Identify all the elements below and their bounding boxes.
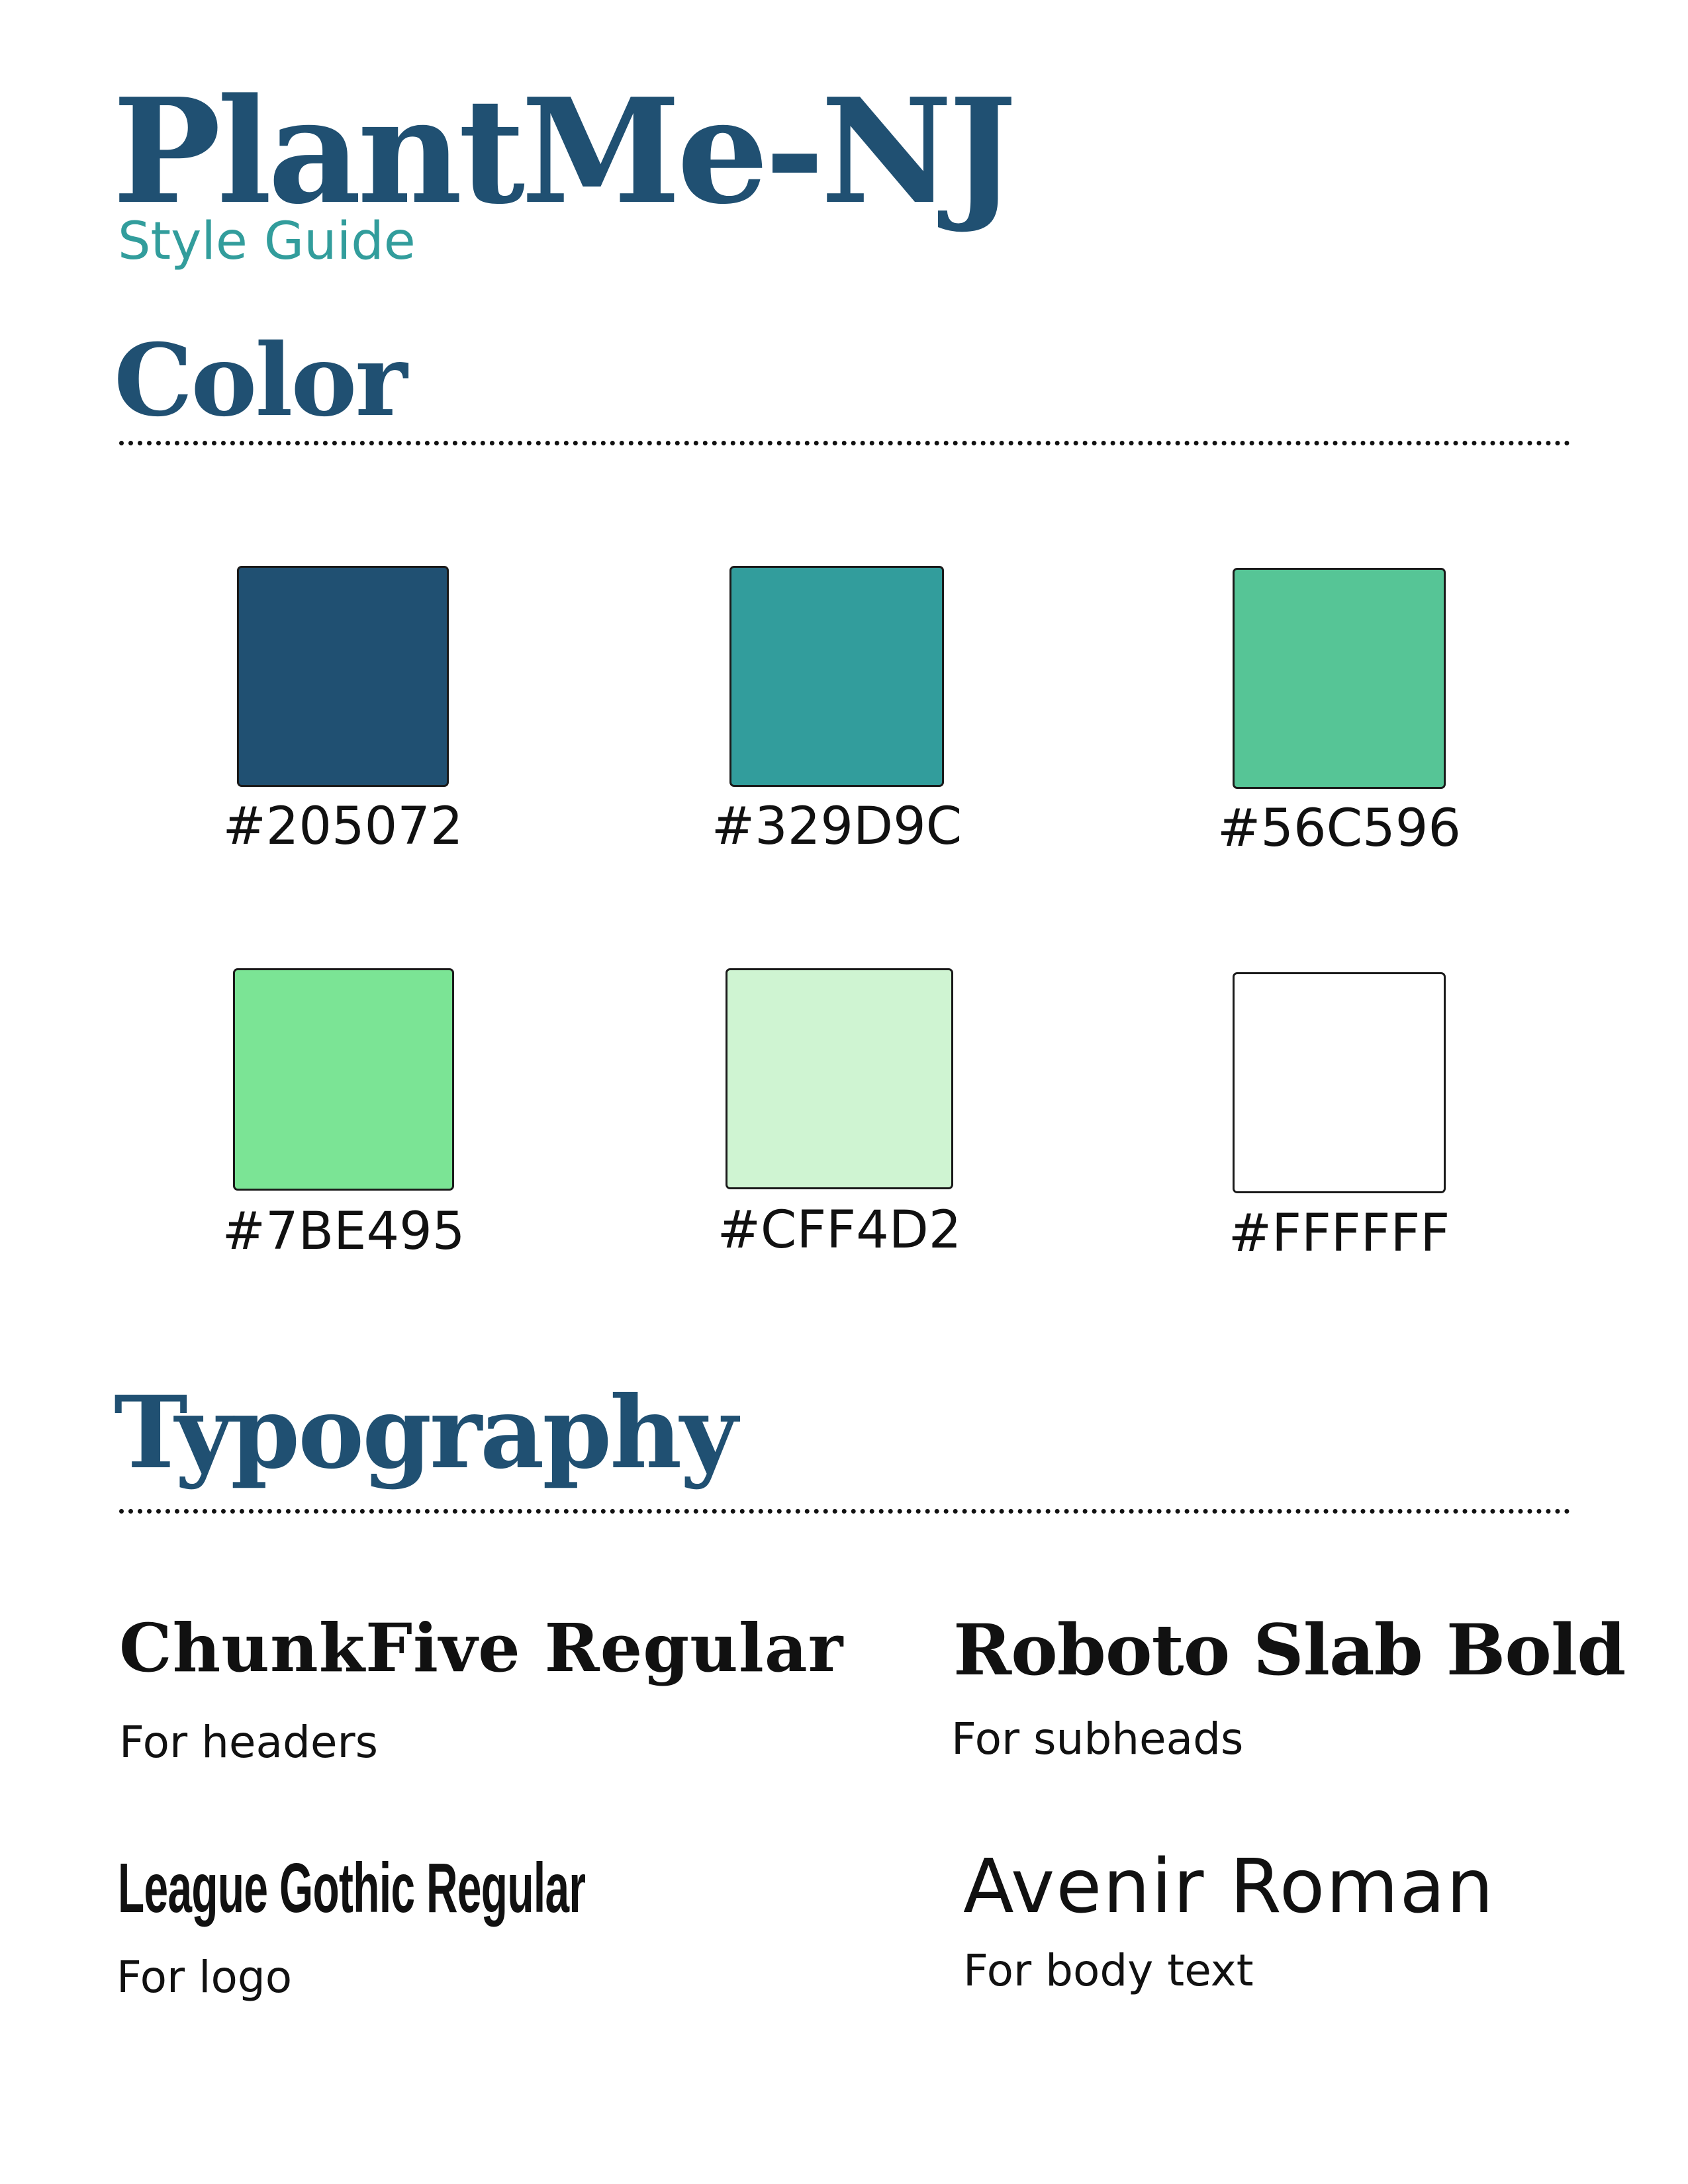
color-section-heading: Color: [114, 322, 407, 439]
font-specimen-league-gothic: League Gothic Regular: [118, 1849, 586, 1927]
font-usage-note: For body text: [963, 1945, 1254, 1996]
color-swatch: [237, 566, 449, 787]
color-swatch-label: #7BE495: [222, 1202, 465, 1261]
font-specimen-avenir: Avenir Roman: [963, 1844, 1495, 1930]
brand-title: PlantMe-NJ: [113, 67, 1017, 236]
color-swatch: [1233, 568, 1446, 789]
font-usage-note: For subheads: [951, 1713, 1244, 1764]
color-swatch-label: #56C596: [1217, 799, 1461, 858]
font-specimen-chunkfive: ChunkFive Regular: [119, 1609, 844, 1687]
color-swatch: [233, 968, 454, 1191]
typography-section-heading: Typography: [114, 1375, 737, 1491]
brand-subtitle: Style Guide: [118, 212, 416, 271]
font-usage-note: For headers: [119, 1717, 379, 1768]
font-specimen-roboto-slab: Roboto Slab Bold: [953, 1608, 1626, 1691]
color-section-divider: [119, 441, 1570, 445]
color-swatch: [1233, 972, 1446, 1193]
color-swatch-label: #205072: [222, 797, 463, 856]
font-usage-note: For logo: [117, 1952, 293, 2003]
color-swatch: [729, 566, 944, 787]
typography-section-divider: [119, 1509, 1570, 1514]
color-swatch-label: #329D9C: [711, 797, 962, 856]
color-swatch: [726, 968, 953, 1189]
color-swatch-label: #CFF4D2: [717, 1201, 962, 1260]
color-swatch-label: #FFFFFF: [1228, 1204, 1450, 1263]
